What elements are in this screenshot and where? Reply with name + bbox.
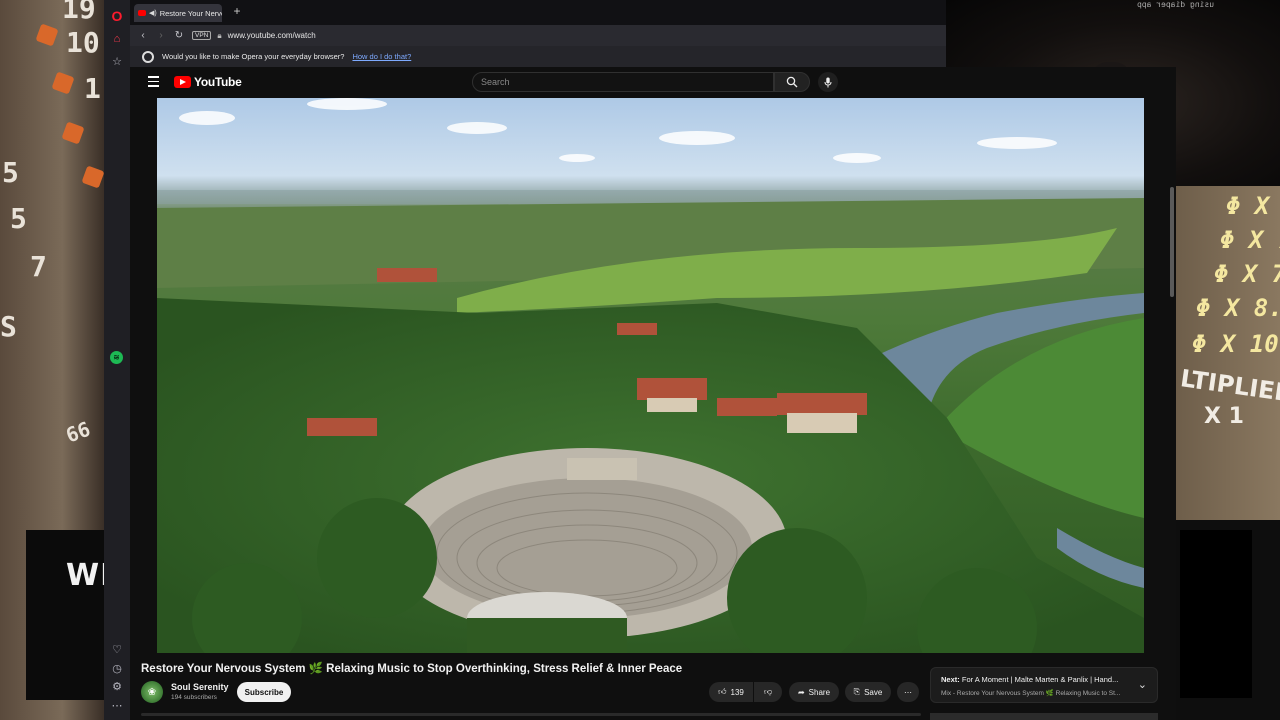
like-count: 139 <box>730 687 744 697</box>
multiplier-text: Φ X 8. C <box>1196 294 1280 322</box>
voice-search-button[interactable] <box>818 72 838 92</box>
new-tab-button[interactable]: + <box>230 4 244 18</box>
opera-sidebar: O ⌂ ☆ ≋ ♡ ◷ ⚙ ⋯ <box>104 0 130 720</box>
opera-logo-icon[interactable]: O <box>109 8 125 24</box>
dice-icon <box>51 71 75 95</box>
youtube-page: YouTube Search Restore Your Nervous Syst… <box>130 67 1176 720</box>
opera-info-icon <box>142 50 154 63</box>
share-label: Share <box>808 687 831 697</box>
speaker-icon[interactable]: ◀) <box>149 9 157 17</box>
overlay-number: S <box>0 310 17 343</box>
overlay-number: 66 <box>62 416 94 448</box>
stream-banner-panel: WE <box>26 530 121 700</box>
overlay-number: 7 <box>30 250 47 283</box>
save-icon: ⎘ <box>853 687 861 696</box>
overlay-number: 5 <box>10 202 27 235</box>
infobar-help-link[interactable]: How do I do that? <box>352 52 411 61</box>
more-actions-icon: ⋯ <box>904 687 912 697</box>
video-player[interactable] <box>157 98 1144 653</box>
thumbs-down-icon: 👎︎ <box>763 687 773 696</box>
search-icon <box>786 76 798 88</box>
vpn-badge[interactable]: VPN <box>192 31 212 40</box>
youtube-logo-text: YouTube <box>194 75 242 89</box>
overlay-number: 1 <box>84 72 101 105</box>
thumbs-up-icon: 👍︎ <box>718 687 727 696</box>
back-icon[interactable]: ‹ <box>134 30 152 41</box>
infobar-message: Would you like to make Opera your everyd… <box>162 52 345 61</box>
multiplier-text: Φ X 7. <box>1214 260 1280 288</box>
microphone-icon <box>824 77 832 87</box>
settings-icon[interactable]: ⚙ <box>109 678 125 694</box>
video-frame-landscape <box>157 98 1144 653</box>
address-bar: ‹ › ↻ VPN 🔒︎ www.youtube.com/watch <box>130 25 946 46</box>
search-button[interactable] <box>774 72 810 92</box>
more-actions-button[interactable]: ⋯ <box>897 682 919 702</box>
page-scrollbar[interactable] <box>1170 187 1174 297</box>
up-next-card[interactable]: Next: For A Moment | Malte Marten & Panl… <box>930 667 1158 703</box>
up-next-video-title: For A Moment | Malte Marten & Panlix | H… <box>961 675 1119 684</box>
channel-avatar[interactable]: ❀ <box>141 681 163 703</box>
history-icon[interactable]: ◷ <box>109 660 125 676</box>
subscriber-count: 194 subscribers <box>171 694 217 701</box>
heart-icon[interactable]: ♡ <box>109 641 125 657</box>
channel-row: ❀ Soul Serenity 194 subscribers Subscrib… <box>141 681 931 705</box>
stream-backdrop-right-bottom <box>1176 520 1280 720</box>
multiplier-text: Φ X 4 <box>1226 192 1280 220</box>
more-icon[interactable]: ⋯ <box>109 697 125 713</box>
youtube-header: YouTube Search <box>130 67 946 98</box>
video-title: Restore Your Nervous System 🌿 Relaxing M… <box>141 663 683 675</box>
overlay-number: 10 <box>66 26 100 59</box>
overlay-number: 19 <box>62 0 96 25</box>
tab-title: Restore Your Nervous <box>159 8 222 18</box>
dislike-button[interactable]: 👎︎ <box>754 682 782 702</box>
star-icon[interactable]: ☆ <box>109 53 125 69</box>
spotify-icon[interactable]: ≋ <box>110 351 123 364</box>
dice-icon <box>61 121 85 145</box>
up-next-title: Next: For A Moment | Malte Marten & Panl… <box>941 675 1118 684</box>
subscribe-button[interactable]: Subscribe <box>237 682 291 702</box>
youtube-favicon-icon <box>138 10 146 16</box>
up-next-subtitle: Mix - Restore Your Nervous System 🌿 Rela… <box>941 690 1121 697</box>
youtube-play-icon <box>174 76 191 88</box>
save-button[interactable]: ⎘ Save <box>845 682 891 702</box>
next-video-thumbnail-strip <box>930 713 1158 720</box>
multiplier-text: Φ X 10.0 <box>1192 330 1280 358</box>
search-input[interactable]: Search <box>472 72 774 92</box>
home-icon[interactable]: ⌂ <box>109 31 125 47</box>
up-next-prefix: Next: <box>941 675 960 684</box>
chevron-down-icon[interactable]: ⌄ <box>1138 678 1147 691</box>
webcam-mirror-text: using diaper app <box>1136 0 1214 9</box>
tab-youtube[interactable]: ◀) Restore Your Nervous <box>134 4 222 22</box>
overlay-number: 5 <box>2 156 19 189</box>
reload-icon[interactable]: ↻ <box>170 30 188 41</box>
dice-icon <box>35 23 59 47</box>
url-field[interactable]: www.youtube.com/watch <box>228 31 316 40</box>
dice-icon <box>81 165 105 189</box>
multiplier-text: Φ X 7 <box>1220 226 1280 254</box>
channel-name[interactable]: Soul Serenity <box>171 682 229 692</box>
share-icon: ➦ <box>797 687 805 697</box>
forward-icon[interactable]: › <box>152 30 170 41</box>
youtube-logo[interactable]: YouTube <box>174 75 242 89</box>
default-browser-infobar: Would you like to make Opera your everyd… <box>130 46 946 67</box>
share-button[interactable]: ➦ Share <box>789 682 839 702</box>
tab-bar: ◀) Restore Your Nervous + <box>130 0 946 25</box>
multiplier-value: X 1 <box>1204 404 1244 429</box>
scroll-content-hint <box>141 713 921 716</box>
menu-icon[interactable] <box>148 76 159 90</box>
lock-icon[interactable]: 🔒︎ <box>217 31 221 41</box>
like-button[interactable]: 👍︎ 139 <box>709 682 753 702</box>
save-label: Save <box>864 687 883 697</box>
